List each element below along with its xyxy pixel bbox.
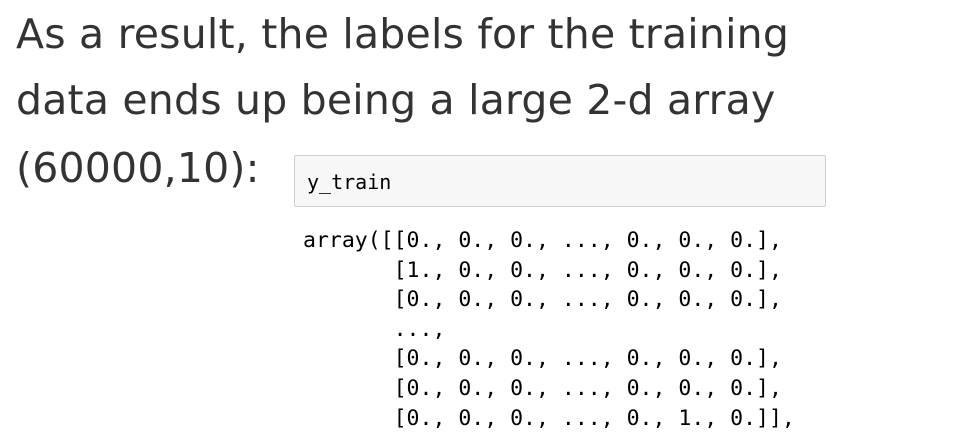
code-input-text[interactable]: y_train bbox=[307, 170, 391, 194]
output-line: [0., 0., 0., ..., 0., 0., 0.], bbox=[303, 375, 782, 401]
code-input-cell[interactable]: y_train bbox=[294, 155, 826, 207]
output-line: [0., 0., 0., ..., 0., 0., 0.], bbox=[303, 287, 782, 313]
slide: As a result, the labels for the training… bbox=[0, 0, 969, 447]
caption-line-3: (60000,10): bbox=[16, 144, 260, 192]
output-line: [1., 0., 0., ..., 0., 0., 0.], bbox=[303, 257, 782, 283]
cell-output: array([[0., 0., 0., ..., 0., 0., 0.], [1… bbox=[303, 226, 903, 441]
output-line: array([[0., 0., 0., ..., 0., 0., 0.], bbox=[303, 228, 782, 253]
caption-line-2: data ends up being a large 2-d array bbox=[16, 76, 776, 124]
output-line: ..., bbox=[303, 316, 446, 342]
output-line: [0., 0., 0., ..., 0., 1., 0.]], bbox=[303, 405, 795, 431]
output-line: [0., 0., 0., ..., 0., 0., 0.], bbox=[303, 346, 782, 372]
caption-line-1: As a result, the labels for the training bbox=[16, 10, 790, 58]
